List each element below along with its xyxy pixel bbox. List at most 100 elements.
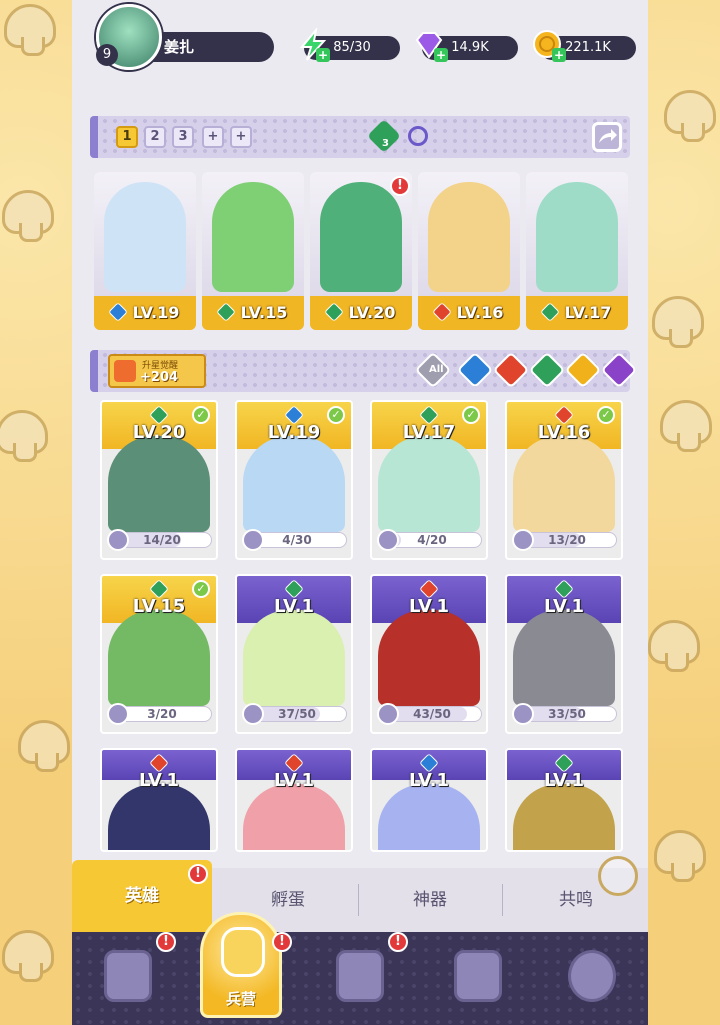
barracks-icon <box>221 927 265 977</box>
nav-cards-alert: ! <box>156 932 176 952</box>
team-slot-add-1[interactable]: + <box>202 126 224 148</box>
shard-count: 13/20 <box>548 533 586 547</box>
hero-level: LV.1 <box>544 596 584 617</box>
element-icon <box>539 302 560 322</box>
hero-card[interactable]: LV.1 <box>235 748 353 852</box>
floating-orb-button[interactable] <box>598 856 638 896</box>
hero-portrait <box>513 784 615 850</box>
hero-card[interactable]: LV.1 <box>370 748 488 852</box>
team-hero-card[interactable]: LV.15 <box>202 172 304 330</box>
hero-card[interactable]: LV.19 ✓ 4/30 <box>235 400 353 560</box>
team-hero-footer: LV.16 <box>418 296 520 330</box>
nav-map-alert: ! <box>388 932 408 952</box>
add-gems-button[interactable]: + <box>434 48 448 62</box>
hero-portrait <box>320 182 402 292</box>
shard-count: 33/50 <box>548 707 586 721</box>
hero-level: LV.20 <box>132 422 186 443</box>
hero-level: LV.1 <box>544 770 584 791</box>
filter-light-button[interactable] <box>564 351 602 389</box>
hero-level: LV.17 <box>402 422 456 443</box>
castle-icon <box>454 950 502 1002</box>
shard-count: 14/20 <box>143 533 181 547</box>
hero-card[interactable]: LV.1 <box>100 748 218 852</box>
team-hero-footer: LV.20 <box>310 296 412 330</box>
hero-level: LV.1 <box>274 596 314 617</box>
player-name: 姜扎 <box>164 38 195 56</box>
search-icon[interactable] <box>408 126 428 146</box>
hero-level: LV.17 <box>564 303 612 322</box>
team-bar-edge <box>90 116 98 158</box>
shard-progress-bar: 13/20 <box>512 529 617 551</box>
hero-level: LV.16 <box>537 422 591 443</box>
in-team-check-icon: ✓ <box>192 580 210 598</box>
tab-divider <box>358 884 359 916</box>
team-slot-2[interactable]: 2 <box>144 126 166 148</box>
mushroom-icon <box>0 410 48 462</box>
player-level-badge: 9 <box>96 44 118 66</box>
mushroom-icon <box>660 400 712 452</box>
hero-portrait <box>243 436 345 532</box>
hero-card[interactable]: LV.1 37/50 <box>235 574 353 734</box>
team-hero-footer: LV.15 <box>202 296 304 330</box>
nav-cards[interactable] <box>98 946 158 1008</box>
tab-artifact[interactable]: 神器 <box>360 868 500 932</box>
team-slot-add-2[interactable]: + <box>230 126 252 148</box>
shard-progress-bar: 14/20 <box>107 529 212 551</box>
star-upgrade-value: +204 <box>140 370 179 385</box>
in-team-check-icon: ✓ <box>597 406 615 424</box>
hero-card[interactable]: LV.1 <box>505 748 623 852</box>
element-icon <box>323 302 344 322</box>
hero-card[interactable]: LV.17 ✓ 4/20 <box>370 400 488 560</box>
sword-icon <box>114 360 136 382</box>
hero-portrait <box>243 610 345 706</box>
hero-level: LV.1 <box>409 770 449 791</box>
hero-card[interactable]: LV.1 43/50 <box>370 574 488 734</box>
shard-progress-bar: 43/50 <box>377 703 482 725</box>
shard-count: 4/30 <box>282 533 312 547</box>
team-hero-card[interactable]: LV.17 <box>526 172 628 330</box>
hero-portrait <box>108 610 210 706</box>
team-hero-card[interactable]: LV.16 <box>418 172 520 330</box>
element-icon <box>215 302 236 322</box>
hero-card[interactable]: LV.20 ✓ 14/20 <box>100 400 218 560</box>
hero-portrait <box>428 182 510 292</box>
shard-count: 37/50 <box>278 707 316 721</box>
team-slot-1[interactable]: 1 <box>116 126 138 148</box>
hero-level: LV.20 <box>348 303 396 322</box>
add-gold-button[interactable]: + <box>552 48 566 62</box>
filter-all-label: All <box>429 364 444 375</box>
share-icon[interactable] <box>592 122 622 152</box>
filter-dark-button[interactable] <box>600 351 638 389</box>
background-left <box>0 0 72 1025</box>
hero-portrait <box>536 182 618 292</box>
filter-fire-button[interactable] <box>492 351 530 389</box>
add-energy-button[interactable]: + <box>316 48 330 62</box>
hero-portrait <box>513 436 615 532</box>
hero-card[interactable]: LV.16 ✓ 13/20 <box>505 400 623 560</box>
hero-level: LV.1 <box>274 770 314 791</box>
mushroom-icon <box>4 4 56 56</box>
nav-map[interactable] <box>330 946 390 1008</box>
mushroom-house-icon <box>568 950 616 1002</box>
nav-barracks-alert: ! <box>272 932 292 952</box>
mushroom-icon <box>654 830 706 882</box>
hero-portrait <box>378 610 480 706</box>
shard-count: 3/20 <box>147 707 177 721</box>
hero-card[interactable]: LV.15 ✓ 3/20 <box>100 574 218 734</box>
filter-nature-button[interactable] <box>528 351 566 389</box>
nav-barracks[interactable]: 兵营 <box>200 912 282 1018</box>
hero-portrait <box>513 610 615 706</box>
mushroom-icon <box>648 620 700 672</box>
shard-progress-bar: 33/50 <box>512 703 617 725</box>
hero-card[interactable]: LV.1 33/50 <box>505 574 623 734</box>
hero-level: LV.16 <box>456 303 504 322</box>
filter-water-button[interactable] <box>456 351 494 389</box>
nav-guild[interactable] <box>562 946 622 1008</box>
hero-portrait <box>378 436 480 532</box>
shard-progress-bar: 37/50 <box>242 703 347 725</box>
team-slot-3[interactable]: 3 <box>172 126 194 148</box>
nav-castle[interactable] <box>448 946 508 1008</box>
team-hero-card[interactable]: LV.19 <box>94 172 196 330</box>
filter-bar-edge <box>90 350 98 392</box>
star-upgrade-button[interactable]: 升星觉醒 +204 <box>108 354 206 388</box>
